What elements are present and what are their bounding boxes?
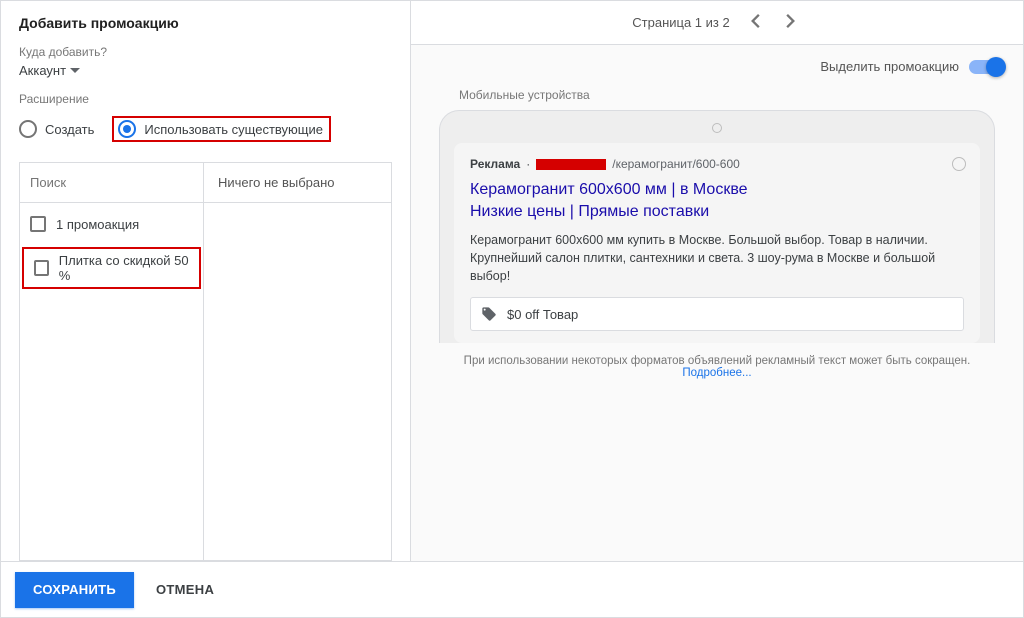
chevron-left-icon [750,14,760,28]
promo-chip[interactable]: $0 off Товар [470,297,964,331]
list-item-label: Плитка со скидкой 50 % [59,253,189,283]
left-panel: Добавить промоакцию Куда добавить? Аккау… [1,1,411,561]
cancel-button[interactable]: ОТМЕНА [142,572,228,608]
pager-text: Страница 1 из 2 [632,15,729,30]
radio-existing-label: Использовать существующие [144,122,323,137]
caption-link[interactable]: Подробнее... [682,367,751,379]
search-input[interactable] [30,175,206,190]
radio-circle-selected-icon [118,120,136,138]
ad-headline[interactable]: Керамогранит 600х600 мм | в Москве Низки… [470,179,964,223]
where-label: Куда добавить? [19,45,392,59]
checkbox-icon [30,216,46,232]
ad-card: Реклама · /керамогранит/600-600 Керамогр… [454,143,980,343]
ad-description: Керамогранит 600х600 мм купить в Москве.… [470,231,964,285]
pager-prev[interactable] [744,10,766,35]
ad-dot: · [526,157,530,171]
list-item[interactable]: 1 промоакция [20,203,203,245]
mobile-preview-frame: Реклама · /керамогранит/600-600 Керамогр… [439,110,995,343]
save-button[interactable]: СОХРАНИТЬ [15,572,134,608]
toggle-label: Выделить промоакцию [820,59,959,74]
radio-circle-unselected-icon [19,120,37,138]
selected-column: Ничего не выбрано [204,163,392,561]
pager: Страница 1 из 2 [411,1,1023,45]
radio-use-existing[interactable]: Использовать существующие [112,116,331,142]
account-value: Аккаунт [19,63,66,78]
list-item-label: 1 промоакция [56,217,139,232]
chevron-right-icon [786,14,796,28]
ad-headline-1: Керамогранит 600х600 мм | в Москве [470,181,748,198]
radio-create[interactable]: Создать [19,120,94,138]
ad-headline-2: Низкие цены | Прямые поставки [470,203,709,220]
search-cell [20,163,203,203]
ad-domain-redacted [536,159,606,170]
ad-badge: Реклама [470,157,520,171]
dialog-footer: СОХРАНИТЬ ОТМЕНА [1,561,1023,617]
preview-caption: При использовании некоторых форматов объ… [431,355,1003,379]
dialog-add-promotion: Добавить промоакцию Куда добавить? Аккау… [0,0,1024,618]
account-dropdown[interactable]: Аккаунт [19,63,80,78]
list-item[interactable]: Плитка со скидкой 50 % [22,247,201,289]
radio-group-source: Создать Использовать существующие [19,116,392,142]
phone-speaker-icon [712,123,722,133]
left-header: Добавить промоакцию Куда добавить? Аккау… [1,1,410,150]
none-selected-label: Ничего не выбрано [204,163,391,203]
main-split: Добавить промоакцию Куда добавить? Аккау… [1,1,1023,561]
device-label: Мобильные устройства [459,88,1023,102]
checkbox-icon [34,260,49,276]
ad-top-row: Реклама · /керамогранит/600-600 [470,157,964,171]
info-icon [952,157,966,171]
tag-icon [481,306,497,322]
dialog-title: Добавить промоакцию [19,15,392,31]
radio-create-label: Создать [45,122,94,137]
promo-chip-text: $0 off Товар [507,307,578,322]
available-column: 1 промоакция Плитка со скидкой 50 % [19,163,204,561]
highlight-toggle[interactable] [969,60,1003,74]
selection-table: 1 промоакция Плитка со скидкой 50 % Ниче… [19,162,392,561]
preview-panel: Страница 1 из 2 Выделить промоакцию Моби… [411,1,1023,561]
extension-label: Расширение [19,92,392,106]
dropdown-icon [70,68,80,74]
ad-url-tail: /керамогранит/600-600 [612,157,740,171]
highlight-toggle-row: Выделить промоакцию [411,45,1023,82]
caption-text: При использовании некоторых форматов объ… [464,355,971,367]
pager-next[interactable] [780,10,802,35]
